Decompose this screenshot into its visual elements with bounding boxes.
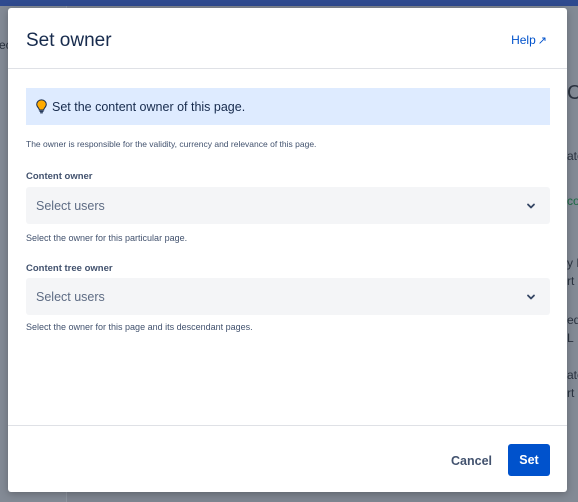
external-link-icon: ↗ [537,34,547,47]
content-tree-owner-placeholder: Select users [36,289,105,304]
lightbulb-icon [36,99,47,114]
background-text: rt [567,386,575,400]
chevron-down-icon [527,203,535,208]
content-tree-owner-label: Content tree owner [26,263,113,274]
info-banner: Set the content owner of this page. [26,88,550,125]
chevron-down-icon [527,294,535,299]
dialog-description: The owner is responsible for the validit… [26,139,317,149]
content-owner-select[interactable]: Select users [26,187,550,224]
banner-text: Set the content owner of this page. [52,99,246,114]
background-text: ate [567,149,578,163]
background-text: y E [567,256,578,270]
background-text: ate [567,368,578,382]
content-owner-help: Select the owner for this particular pag… [26,233,188,243]
help-link-label: Help [511,33,536,47]
content-owner-placeholder: Select users [36,198,105,213]
background-text: co [567,194,578,208]
dialog-header: Set owner Help ↗ [8,8,567,69]
background-text: L [567,331,574,345]
dialog-title: Set owner [26,30,112,51]
app-top-bar [0,0,578,6]
content-owner-label: Content owner [26,171,93,182]
help-link[interactable]: Help ↗ [511,33,547,47]
background-text: rt [567,274,575,288]
content-tree-owner-help: Select the owner for this page and its d… [26,322,253,332]
set-button[interactable]: Set [508,444,550,476]
dialog-footer: Cancel Set [8,425,567,493]
set-owner-dialog: Set owner Help ↗ Set the content owner o… [8,8,567,492]
background-text: C [567,82,578,104]
content-tree-owner-select[interactable]: Select users [26,278,550,315]
cancel-button[interactable]: Cancel [441,445,502,477]
background-text: ed [567,313,578,327]
